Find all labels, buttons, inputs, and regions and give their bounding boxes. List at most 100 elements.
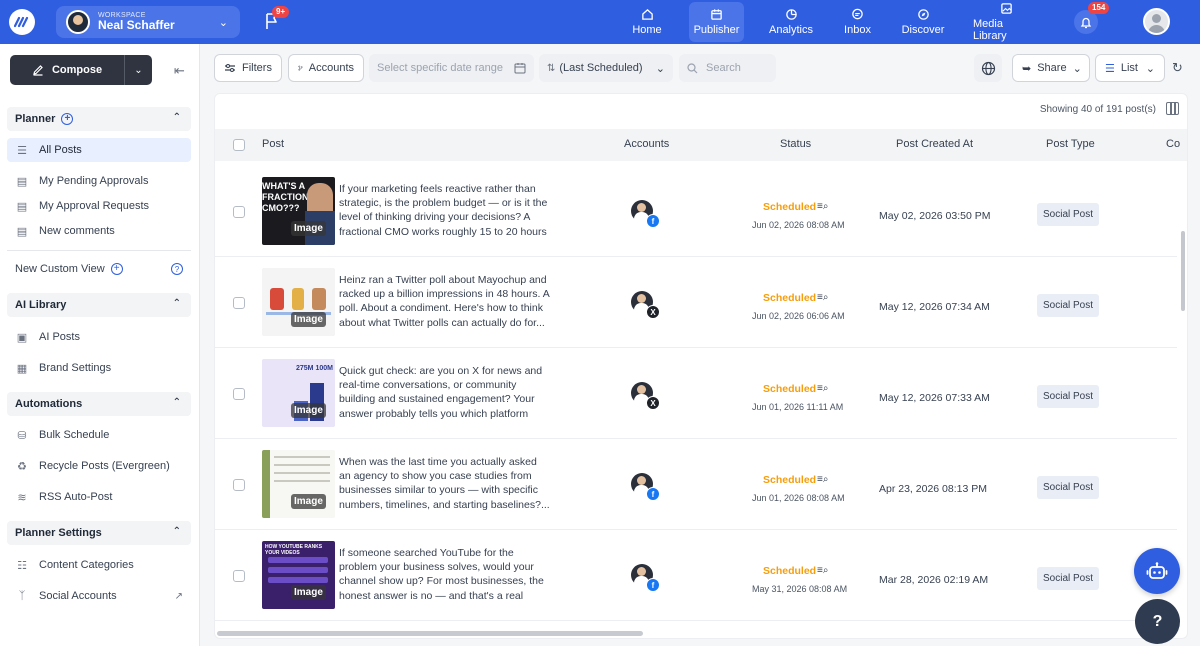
workspace-avatar: [66, 10, 90, 34]
sidebar-item-ai-posts[interactable]: ▣ AI Posts: [7, 325, 191, 349]
search-input[interactable]: Search: [679, 54, 776, 82]
header-extra[interactable]: Co: [1166, 138, 1180, 150]
flag-badge: 9+: [272, 6, 290, 18]
row-checkbox[interactable]: [233, 297, 245, 309]
post-text[interactable]: If someone searched YouTube for the prob…: [339, 546, 551, 603]
flag-button[interactable]: 9+: [264, 6, 290, 33]
schedule-details-icon[interactable]: ≡⌕: [817, 474, 828, 485]
workspace-switcher[interactable]: WORKSPACE Neal Schaffer ⌄: [56, 6, 240, 38]
schedule-details-icon[interactable]: ≡⌕: [817, 201, 828, 212]
chevron-up-icon[interactable]: ⌃: [173, 298, 181, 309]
chevron-up-icon[interactable]: ⌃: [173, 397, 181, 408]
row-checkbox[interactable]: [233, 570, 245, 582]
nav-analytics[interactable]: Analytics: [768, 2, 814, 42]
header-post-type[interactable]: Post Type: [1046, 138, 1095, 150]
chevron-up-icon[interactable]: ⌃: [173, 112, 181, 123]
accounts-button[interactable]: Accounts: [288, 54, 364, 82]
schedule-details-icon[interactable]: ≡⌕: [817, 292, 828, 303]
sidebar-item-brand-settings[interactable]: ▦ Brand Settings: [7, 356, 191, 380]
post-thumbnail[interactable]: Image: [262, 450, 335, 518]
vertical-scroll-thumb[interactable]: [1181, 231, 1185, 311]
share-button[interactable]: ➥ Share ⌄: [1012, 54, 1090, 82]
row-checkbox[interactable]: [233, 206, 245, 218]
post-text[interactable]: When was the last time you actually aske…: [339, 455, 551, 512]
app-logo[interactable]: [9, 9, 35, 35]
header-status[interactable]: Status: [780, 138, 811, 150]
post-thumbnail[interactable]: WHAT'S A FRACTIONAL CMO??? Image: [262, 177, 335, 245]
nav-home[interactable]: Home: [628, 2, 666, 42]
add-view-icon[interactable]: +: [110, 263, 123, 275]
sidebar-item-social-accounts[interactable]: ᛉ Social Accounts ↗: [7, 584, 191, 608]
help-button[interactable]: ?: [1135, 599, 1180, 644]
sidebar-item-recycle-posts[interactable]: ♻ Recycle Posts (Evergreen): [7, 454, 191, 478]
sidebar-item-label: Recycle Posts (Evergreen): [39, 460, 170, 472]
columns-icon[interactable]: [1166, 102, 1179, 115]
ai-assistant-button[interactable]: [1134, 548, 1180, 594]
add-plan-icon[interactable]: +: [61, 113, 74, 125]
header-created-at[interactable]: Post Created At: [896, 138, 973, 150]
table-row[interactable]: Image When was the last time you actuall…: [215, 439, 1177, 530]
sidebar-item-new-comments[interactable]: ▤ New comments: [7, 219, 191, 243]
compose-dropdown-button[interactable]: ⌄: [124, 55, 152, 85]
thumbnail-text: HOW YOUTUBE RANKS YOUR VIDEOS: [265, 544, 323, 556]
post-text[interactable]: If your marketing feels reactive rather …: [339, 182, 551, 239]
section-ai-library[interactable]: AI Library ⌃: [7, 293, 191, 317]
post-thumbnail[interactable]: HOW YOUTUBE RANKS YOUR VIDEOS Image: [262, 541, 335, 609]
nav-discover[interactable]: Discover: [901, 2, 945, 42]
vertical-scrollbar[interactable]: [1181, 161, 1187, 631]
table-row[interactable]: 275M 100M Image Quick gut check: are you…: [215, 348, 1177, 439]
sidebar-item-bulk-schedule[interactable]: ⛁ Bulk Schedule: [7, 423, 191, 447]
table-header: Post Accounts Status Post Created At Pos…: [215, 129, 1187, 161]
refresh-icon[interactable]: ↻: [1172, 60, 1183, 76]
timezone-button[interactable]: [974, 54, 1002, 82]
post-thumbnail[interactable]: Image: [262, 268, 335, 336]
compose-button[interactable]: Compose ⌄: [10, 55, 152, 85]
sort-dropdown[interactable]: ⇅ (Last Scheduled) ⌄: [539, 54, 673, 82]
header-accounts[interactable]: Accounts: [624, 138, 669, 150]
nav-label: Analytics: [768, 24, 814, 36]
user-avatar[interactable]: [1143, 8, 1170, 35]
sidebar-item-label: My Approval Requests: [39, 200, 150, 212]
external-link-icon[interactable]: ↗: [175, 591, 183, 602]
row-checkbox[interactable]: [233, 479, 245, 491]
section-planner[interactable]: Planner + ⌃: [7, 107, 191, 131]
section-automations[interactable]: Automations ⌃: [7, 392, 191, 416]
sidebar-item-all-posts[interactable]: ☰ All Posts: [7, 138, 191, 162]
date-range-input[interactable]: Select specific date range: [369, 54, 534, 82]
table-row[interactable]: Image Heinz ran a Twitter poll about May…: [215, 257, 1177, 348]
account-avatar[interactable]: f: [631, 473, 660, 501]
collapse-sidebar-icon[interactable]: ⇤: [174, 63, 185, 79]
nav-inbox[interactable]: Inbox: [840, 2, 875, 42]
sidebar-item-rss-auto-post[interactable]: ≋ RSS Auto-Post: [7, 485, 191, 509]
view-toggle-button[interactable]: ☰ List ⌄: [1095, 54, 1165, 82]
row-checkbox[interactable]: [233, 388, 245, 400]
nav-publisher[interactable]: Publisher: [689, 2, 744, 42]
account-avatar[interactable]: f: [631, 200, 660, 228]
section-planner-settings[interactable]: Planner Settings ⌃: [7, 521, 191, 545]
post-text[interactable]: Heinz ran a Twitter poll about Mayochup …: [339, 273, 551, 330]
sidebar-item-content-categories[interactable]: ☷ Content Categories: [7, 553, 191, 577]
compose-main[interactable]: Compose: [10, 64, 124, 76]
account-avatar[interactable]: f: [631, 564, 660, 592]
post-text[interactable]: Quick gut check: are you on X for news a…: [339, 364, 551, 421]
account-avatar[interactable]: X: [631, 291, 660, 319]
select-all-checkbox[interactable]: [233, 139, 245, 151]
notifications-button[interactable]: 154: [1074, 2, 1110, 34]
horizontal-scrollbar[interactable]: [215, 631, 1187, 636]
filters-button[interactable]: Filters: [214, 54, 282, 82]
sidebar-item-approval-requests[interactable]: ▤ My Approval Requests: [7, 194, 191, 218]
header-post[interactable]: Post: [262, 138, 284, 150]
schedule-details-icon[interactable]: ≡⌕: [817, 383, 828, 394]
post-thumbnail[interactable]: 275M 100M Image: [262, 359, 335, 427]
schedule-details-icon[interactable]: ≡⌕: [817, 565, 828, 576]
table-row[interactable]: WHAT'S A FRACTIONAL CMO??? Image If your…: [215, 166, 1177, 257]
table-row[interactable]: HOW YOUTUBE RANKS YOUR VIDEOS Image If s…: [215, 530, 1177, 621]
sidebar-item-pending-approvals[interactable]: ▤ My Pending Approvals: [7, 169, 191, 193]
account-avatar[interactable]: X: [631, 382, 660, 410]
nav-media-library[interactable]: Media Library: [973, 2, 1039, 42]
new-custom-view[interactable]: New Custom View + ?: [7, 257, 191, 281]
chevron-up-icon[interactable]: ⌃: [173, 526, 181, 537]
section-title: Planner: [15, 113, 56, 125]
help-icon[interactable]: ?: [171, 263, 183, 275]
horizontal-scroll-thumb[interactable]: [217, 631, 643, 636]
